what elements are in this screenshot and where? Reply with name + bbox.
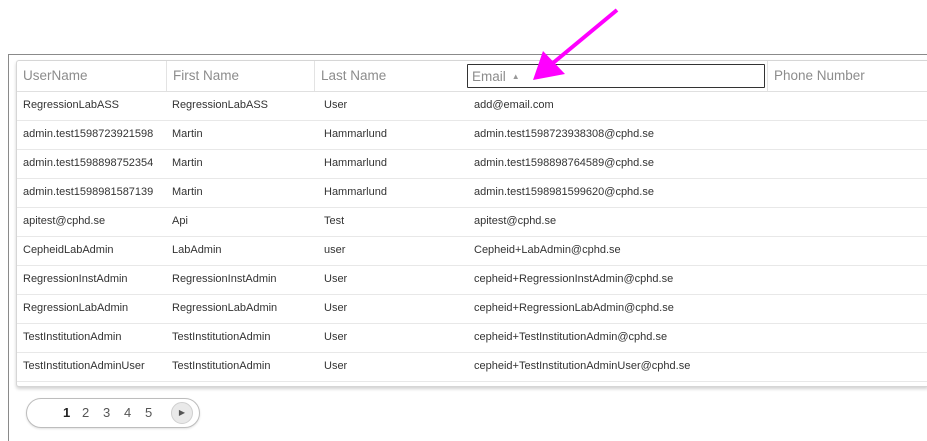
play-triangle-icon: ▶: [178, 408, 186, 417]
cell-last-name: User: [324, 302, 348, 314]
column-header-phone-number[interactable]: Phone Number: [767, 61, 927, 91]
cell-first-name: Martin: [172, 186, 203, 198]
cell-email: Cepheid+LabAdmin@cphd.se: [474, 244, 621, 256]
table-row[interactable]: CepheidLabAdmin LabAdmin user Cepheid+LabAd…: [17, 237, 927, 266]
cell-email: apitest@cphd.se: [474, 215, 557, 227]
cell-username: TestInstitutionAdminUser: [23, 360, 145, 372]
table-row[interactable]: apitest@cphd.se Api Test apitest@cphd.se: [17, 208, 927, 237]
cell-first-name: TestInstitutionAdmin: [172, 360, 271, 372]
page-1-button[interactable]: 1: [63, 399, 70, 427]
table-row[interactable]: TestInstitutionAdminUser TestInstitutionA…: [17, 353, 927, 382]
column-label: Phone Number: [774, 68, 865, 83]
cell-email: cepheid+RegressionInstAdmin@cphd.se: [474, 273, 674, 285]
cell-username: RegressionInstAdmin: [23, 273, 128, 285]
column-header-email[interactable]: Email ▲: [467, 64, 765, 88]
table-row[interactable]: RegressionLabAdmin RegressionLabAdmin User…: [17, 295, 927, 324]
cell-username: RegressionLabASS: [23, 99, 120, 111]
cell-email: admin.test1598898764589@cphd.se: [474, 157, 654, 169]
column-label: UserName: [23, 68, 88, 83]
cell-username: admin.test1598981587139: [23, 186, 154, 198]
cell-last-name: Test: [324, 215, 345, 227]
cell-first-name: Martin: [172, 128, 203, 140]
table-row[interactable]: admin.test1598723921598 Martin Hammarlund a…: [17, 121, 927, 150]
column-label: Last Name: [321, 68, 387, 83]
column-label: First Name: [173, 68, 240, 83]
cell-email: cepheid+TestInstitutionAdmin@cphd.se: [474, 331, 668, 343]
cell-last-name: user: [324, 244, 346, 256]
column-header-last-name[interactable]: Last Name: [314, 61, 461, 91]
page-2-button[interactable]: 2: [82, 399, 89, 427]
cell-last-name: User: [324, 99, 348, 111]
cell-username: admin.test1598898752354: [23, 157, 154, 169]
cell-email: add@email.com: [474, 99, 554, 111]
column-header-username[interactable]: UserName: [17, 61, 163, 91]
cell-username: apitest@cphd.se: [23, 215, 106, 227]
next-page-button[interactable]: ▶: [171, 402, 193, 424]
cell-last-name: Hammarlund: [324, 186, 387, 198]
cell-last-name: User: [324, 331, 348, 343]
cell-username: RegressionLabAdmin: [23, 302, 129, 314]
table-row[interactable]: RegressionLabASS RegressionLabASS User add@…: [17, 92, 927, 121]
column-header-first-name[interactable]: First Name: [166, 61, 313, 91]
cell-email: cepheid+TestInstitutionAdminUser@cphd.se: [474, 360, 691, 372]
cell-first-name: TestInstitutionAdmin: [172, 331, 271, 343]
cell-last-name: User: [324, 360, 348, 372]
cell-email: cepheid+RegressionLabAdmin@cphd.se: [474, 302, 674, 314]
table-row[interactable]: RegressionInstAdmin RegressionInstAdmin Us…: [17, 266, 927, 295]
pagination: 1 2 3 4 5 ▶: [26, 398, 200, 428]
page-3-button[interactable]: 3: [103, 399, 110, 427]
cell-email: admin.test1598981599620@cphd.se: [474, 186, 654, 198]
sort-ascending-icon: ▲: [511, 72, 520, 81]
cell-first-name: Martin: [172, 157, 203, 169]
cell-first-name: LabAdmin: [172, 244, 222, 256]
cell-first-name: RegressionLabAdmin: [172, 302, 278, 314]
column-label: Email: [472, 69, 506, 84]
cell-first-name: RegressionLabASS: [172, 99, 269, 111]
cell-username: CepheidLabAdmin: [23, 244, 114, 256]
cell-username: admin.test1598723921598: [23, 128, 154, 140]
users-table: UserName First Name Last Name Email ▲ Pho…: [16, 60, 927, 387]
cell-last-name: Hammarlund: [324, 157, 387, 169]
table-row[interactable]: TestInstitutionAdmin TestInstitutionAdmin…: [17, 324, 927, 353]
table-row[interactable]: admin.test1598981587139 Martin Hammarlund a…: [17, 179, 927, 208]
table-row[interactable]: admin.test1598898752354 Martin Hammarlund a…: [17, 150, 927, 179]
cell-username: TestInstitutionAdmin: [23, 331, 122, 343]
page-5-button[interactable]: 5: [145, 399, 152, 427]
cell-last-name: Hammarlund: [324, 128, 387, 140]
cell-first-name: Api: [172, 215, 188, 227]
table-header: UserName First Name Last Name Email ▲ Pho…: [17, 61, 927, 92]
cell-email: admin.test1598723938308@cphd.se: [474, 128, 654, 140]
page-4-button[interactable]: 4: [124, 399, 131, 427]
cell-first-name: RegressionInstAdmin: [172, 273, 277, 285]
cell-last-name: User: [324, 273, 348, 285]
